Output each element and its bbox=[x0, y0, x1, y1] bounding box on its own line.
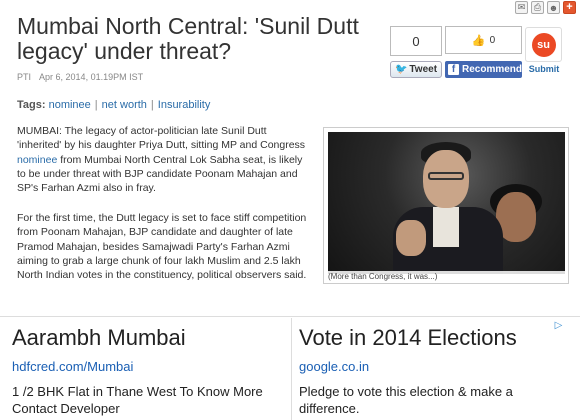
tag-link[interactable]: Insurability bbox=[158, 99, 211, 111]
p1-text-before: MUMBAI: The legacy of actor-politician l… bbox=[17, 125, 306, 152]
ad-title[interactable]: Vote in 2014 Elections bbox=[299, 324, 551, 352]
p1-text-after: from Mumbai North Central Lok Sabha seat… bbox=[17, 153, 303, 195]
tags-label: Tags: bbox=[17, 99, 46, 111]
tag-separator: | bbox=[94, 99, 98, 111]
reddit-glyph: ☻ bbox=[548, 2, 559, 13]
article-paragraph-1: MUMBAI: The legacy of actor-politician l… bbox=[17, 124, 310, 195]
tags-row: Tags: nominee | net worth | Insurability bbox=[17, 99, 210, 111]
ad-url[interactable]: hdfcred.com/Mumbai bbox=[12, 359, 280, 374]
ad-unit-2[interactable]: Vote in 2014 Elections google.co.in Pled… bbox=[291, 318, 551, 420]
photo-caption[interactable]: (More than Congress, it was...) bbox=[326, 271, 566, 282]
stumbleupon-submit-link[interactable]: Submit bbox=[524, 64, 564, 74]
byline-date: Apr 6, 2014, 01.19PM IST bbox=[39, 72, 144, 82]
fb-count-box: 👍 0 bbox=[445, 26, 522, 54]
tweet-count: 0 bbox=[390, 26, 442, 56]
print-icon[interactable]: ⎙ bbox=[531, 1, 544, 14]
plus-icon[interactable]: + bbox=[563, 1, 576, 14]
article-paragraph-2: For the first time, the Dutt legacy is s… bbox=[17, 212, 307, 282]
article-photo-frame: (More than Congress, it was...) bbox=[323, 127, 569, 284]
email-icon[interactable]: ✉ bbox=[515, 1, 528, 14]
adchoices-icon[interactable]: ▷ bbox=[553, 320, 564, 331]
fb-label: Recommend bbox=[461, 64, 522, 75]
byline-source: PTI bbox=[17, 72, 32, 82]
tweet-label: Tweet bbox=[409, 64, 438, 75]
email-glyph: ✉ bbox=[517, 2, 526, 12]
plus-glyph: + bbox=[566, 1, 573, 13]
tag-link[interactable]: net worth bbox=[102, 99, 147, 111]
top-share-icons: ✉ ⎙ ☻ + bbox=[515, 1, 576, 14]
stumbleupon-button[interactable]: su bbox=[525, 27, 562, 62]
print-glyph: ⎙ bbox=[533, 2, 542, 12]
ad-divider bbox=[0, 316, 580, 317]
ad-title[interactable]: Aarambh Mumbai bbox=[12, 324, 280, 352]
ad-description: Pledge to vote this election & make a di… bbox=[299, 384, 513, 416]
article-photo[interactable] bbox=[328, 132, 565, 274]
ad-unit-1[interactable]: Aarambh Mumbai hdfcred.com/Mumbai 1 /2 B… bbox=[12, 318, 280, 420]
article-headline: Mumbai North Central: 'Sunil Dutt legacy… bbox=[17, 13, 359, 64]
tweet-button[interactable]: 🐦 Tweet bbox=[390, 61, 442, 78]
thumbs-up-icon: 👍 bbox=[471, 34, 486, 47]
twitter-bird-icon: 🐦 bbox=[394, 64, 408, 75]
tag-separator: | bbox=[150, 99, 154, 111]
reddit-icon[interactable]: ☻ bbox=[547, 1, 560, 14]
inline-keyword-link[interactable]: nominee bbox=[17, 154, 57, 166]
fb-count: 0 bbox=[489, 34, 496, 46]
tag-link[interactable]: nominee bbox=[49, 99, 91, 111]
byline: PTI Apr 6, 2014, 01.19PM IST bbox=[17, 72, 149, 82]
facebook-icon: f bbox=[448, 64, 459, 75]
stumbleupon-icon: su bbox=[531, 32, 556, 57]
facebook-recommend-button[interactable]: f Recommend bbox=[445, 61, 522, 78]
ad-url[interactable]: google.co.in bbox=[299, 359, 551, 374]
ad-description: 1 /2 BHK Flat in Thane West To Know More… bbox=[12, 384, 263, 416]
